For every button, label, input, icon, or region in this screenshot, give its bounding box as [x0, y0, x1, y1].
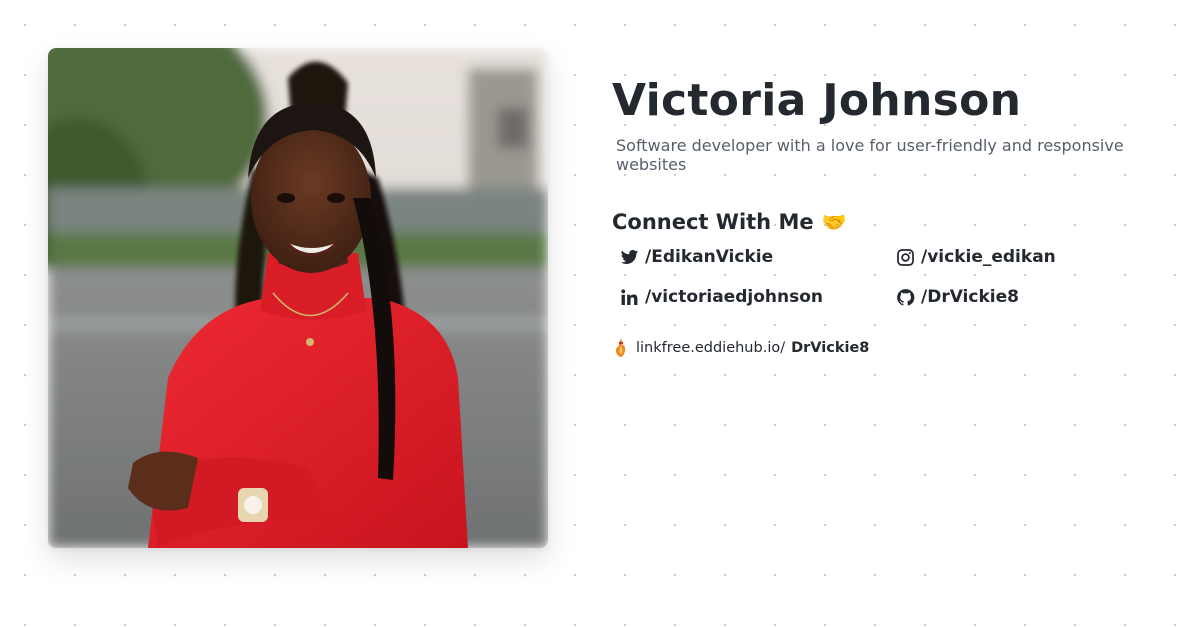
- linkfree-domain: linkfree.eddiehub.io/: [636, 340, 786, 356]
- profile-bio: Software developer with a love for user-…: [616, 136, 1124, 174]
- profile-photo-image: [48, 48, 548, 548]
- handshake-icon: 🤝: [821, 210, 847, 234]
- instagram-link[interactable]: /vickie_edikan: [896, 246, 1156, 268]
- profile-info: Victoria Johnson Software developer with…: [612, 74, 1152, 358]
- instagram-icon: [897, 248, 914, 266]
- twitter-handle: /EdikanVickie: [645, 247, 774, 267]
- linkfree-username: DrVickie8: [791, 340, 870, 356]
- linkedin-handle: /victoriaedjohnson: [645, 287, 823, 307]
- profile-name: Victoria Johnson: [612, 75, 1022, 126]
- github-icon: [897, 288, 915, 306]
- twitter-icon: [620, 249, 639, 264]
- profile-photo: [48, 48, 548, 548]
- linkedin-icon: [621, 288, 638, 305]
- github-link[interactable]: /DrVickie8: [896, 286, 1156, 308]
- linkedin-link[interactable]: /victoriaedjohnson: [620, 286, 896, 308]
- instagram-handle: /vickie_edikan: [921, 247, 1056, 267]
- connect-heading-text: Connect With Me: [612, 210, 814, 234]
- linkfree-logo-icon: [615, 339, 626, 357]
- connect-heading: Connect With Me 🤝: [612, 210, 1152, 234]
- github-handle: /DrVickie8: [921, 287, 1019, 307]
- linkfree-link[interactable]: linkfree.eddiehub.io/ DrVickie8: [612, 338, 1152, 358]
- social-links: /EdikanVickie /vickie_edikan /victoriaed…: [620, 246, 1152, 308]
- twitter-link[interactable]: /EdikanVickie: [620, 246, 896, 268]
